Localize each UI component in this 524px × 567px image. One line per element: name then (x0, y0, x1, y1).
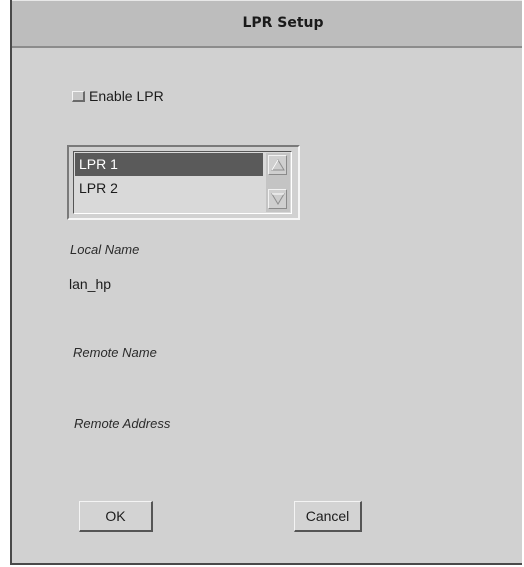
enable-lpr-checkbox[interactable] (72, 90, 85, 102)
remote-name-label: Remote Name (73, 345, 157, 360)
scroll-down-button[interactable] (268, 189, 287, 209)
local-name-value[interactable]: lan_hp (69, 276, 111, 292)
list-item-lpr-2[interactable]: LPR 2 (75, 177, 263, 200)
remote-address-label: Remote Address (74, 416, 171, 431)
enable-lpr-label[interactable]: Enable LPR (89, 88, 164, 104)
lpr-list-frame: LPR 1 LPR 2 (67, 145, 300, 220)
list-scrollbar[interactable] (266, 153, 290, 212)
list-item-lpr-1[interactable]: LPR 1 (75, 153, 263, 176)
enable-lpr-row[interactable]: Enable LPR (72, 88, 164, 104)
local-name-label: Local Name (70, 242, 140, 257)
cancel-button[interactable]: Cancel (294, 501, 362, 532)
arrow-up-icon (271, 159, 285, 171)
lpr-list[interactable]: LPR 1 LPR 2 (73, 151, 292, 214)
scroll-up-button[interactable] (268, 155, 287, 175)
title-bar[interactable]: LPR Setup (12, 0, 522, 48)
lpr-setup-dialog: LPR Setup Enable LPR LPR 1 LPR 2 Local N… (10, 0, 522, 565)
ok-button[interactable]: OK (79, 501, 153, 532)
dialog-title: LPR Setup (242, 15, 324, 31)
arrow-down-icon (271, 193, 285, 205)
